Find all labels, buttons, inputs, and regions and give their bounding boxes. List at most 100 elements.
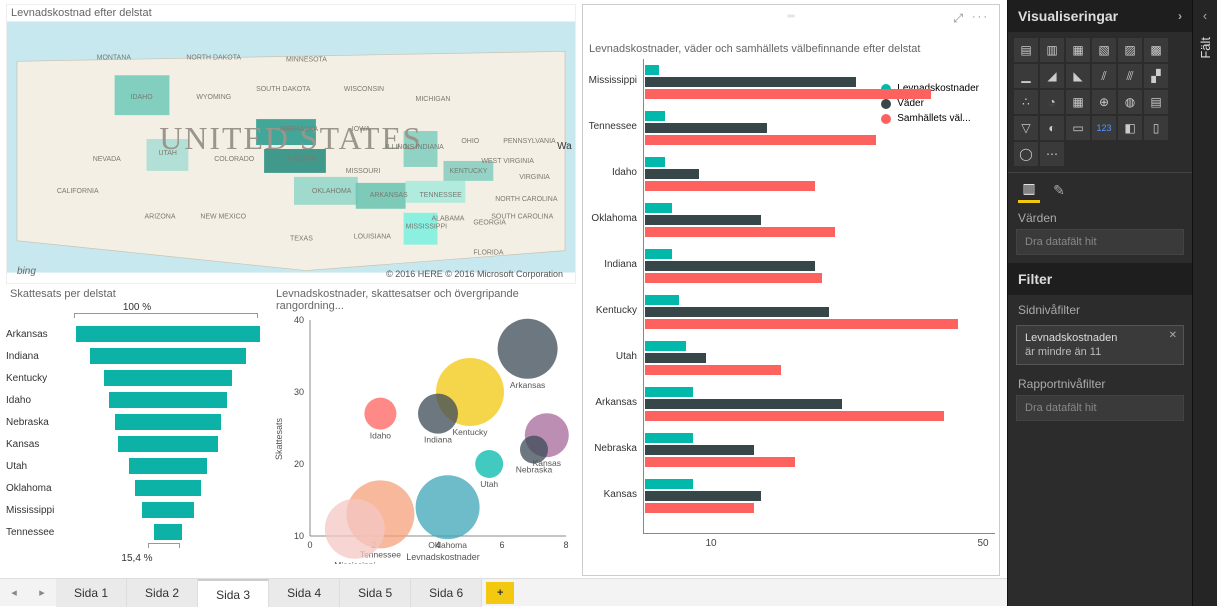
cbar-bar[interactable] bbox=[645, 503, 754, 513]
cbar-bar[interactable] bbox=[645, 445, 754, 455]
cbar-bar[interactable] bbox=[645, 295, 679, 305]
add-page-button[interactable]: + bbox=[486, 582, 514, 604]
bubble-point[interactable] bbox=[364, 398, 396, 430]
drag-handle[interactable]: ═ bbox=[787, 11, 794, 22]
bubble-point[interactable] bbox=[325, 499, 385, 559]
fields-tab-icon[interactable]: ▥ bbox=[1018, 177, 1040, 203]
hundred-bar-icon[interactable]: ▨ bbox=[1118, 38, 1142, 62]
cbar-bar[interactable] bbox=[645, 215, 761, 225]
funnel-row[interactable]: Oklahoma bbox=[6, 477, 268, 499]
combo2-chart-icon[interactable]: ⫻ bbox=[1118, 64, 1142, 88]
cbar-bar[interactable] bbox=[645, 181, 815, 191]
stacked-bar-icon[interactable]: ▤ bbox=[1014, 38, 1038, 62]
cbar-bar[interactable] bbox=[645, 491, 761, 501]
page-next-icon[interactable]: ▸ bbox=[28, 586, 56, 599]
page-tab-6[interactable]: Sida 6 bbox=[411, 579, 482, 607]
funnel-row[interactable]: Tennessee bbox=[6, 521, 268, 543]
cbar-bar[interactable] bbox=[645, 111, 665, 121]
bubble-point[interactable] bbox=[475, 450, 503, 478]
funnel-bar[interactable] bbox=[109, 392, 227, 408]
donut-icon[interactable]: ◯ bbox=[1014, 142, 1038, 166]
cbar-bar[interactable] bbox=[645, 249, 672, 259]
cbar-bar[interactable] bbox=[645, 157, 665, 167]
funnel-bar[interactable] bbox=[118, 436, 217, 452]
scatter-icon[interactable]: ∴ bbox=[1014, 90, 1038, 114]
funnel-row[interactable]: Indiana bbox=[6, 345, 268, 367]
cbar-bar[interactable] bbox=[645, 433, 693, 443]
report-canvas[interactable]: Levnadskostnad efter delstat UNITED STAT… bbox=[0, 0, 1007, 578]
cbar-bar[interactable] bbox=[645, 261, 815, 271]
page-filter-chip[interactable]: Levnadskostnaden är mindre än 11 ✕ bbox=[1016, 325, 1184, 365]
cbar-bar[interactable] bbox=[645, 479, 693, 489]
bubble-point[interactable] bbox=[416, 475, 480, 539]
cbar-bar[interactable] bbox=[645, 365, 781, 375]
hundred-column-icon[interactable]: ▩ bbox=[1144, 38, 1168, 62]
cbar-bar[interactable] bbox=[645, 341, 686, 351]
treemap-icon[interactable]: ▦ bbox=[1066, 90, 1090, 114]
funnel-bar[interactable] bbox=[90, 348, 246, 364]
multi-card-icon[interactable]: 123 bbox=[1092, 116, 1116, 140]
filled-map-icon[interactable]: ◍ bbox=[1118, 90, 1142, 114]
line-chart-icon[interactable]: ▁ bbox=[1014, 64, 1038, 88]
funnel-bar[interactable] bbox=[104, 370, 233, 386]
page-tab-2[interactable]: Sida 2 bbox=[127, 579, 198, 607]
page-tab-1[interactable]: Sida 1 bbox=[56, 579, 127, 607]
page-prev-icon[interactable]: ◂ bbox=[0, 586, 28, 599]
focus-mode-icon[interactable]: ⤢ bbox=[953, 11, 963, 26]
report-filter-drop-zone[interactable]: Dra datafält hit bbox=[1016, 395, 1184, 421]
bubble-svg[interactable]: 1020304002468ArkansasKentuckyIndianaIdah… bbox=[272, 314, 576, 564]
cbar-bar[interactable] bbox=[645, 123, 767, 133]
table-icon[interactable]: ▤ bbox=[1144, 90, 1168, 114]
funnel-row[interactable]: Arkansas bbox=[6, 323, 268, 345]
format-tab-icon[interactable]: ✎ bbox=[1048, 177, 1070, 203]
cbar-bar[interactable] bbox=[645, 89, 931, 99]
page-tab-4[interactable]: Sida 4 bbox=[269, 579, 340, 607]
bubble-point[interactable] bbox=[418, 394, 458, 434]
cbar-bar[interactable] bbox=[645, 387, 693, 397]
map-icon[interactable]: ⊕ bbox=[1092, 90, 1116, 114]
funnel-row[interactable]: Nebraska bbox=[6, 411, 268, 433]
cbar-bar[interactable] bbox=[645, 399, 842, 409]
bubble-point[interactable] bbox=[498, 319, 558, 379]
bubble-point[interactable] bbox=[520, 436, 548, 464]
funnel-icon[interactable]: ▽ bbox=[1014, 116, 1038, 140]
chevron-right-icon[interactable]: › bbox=[1178, 9, 1182, 23]
page-tab-3[interactable]: Sida 3 bbox=[198, 579, 269, 607]
fields-pane-label[interactable]: Fält bbox=[1198, 31, 1213, 65]
funnel-bar[interactable] bbox=[129, 458, 206, 474]
cbar-bar[interactable] bbox=[645, 457, 795, 467]
area-chart-icon[interactable]: ◢ bbox=[1040, 64, 1064, 88]
stacked-area-icon[interactable]: ◣ bbox=[1066, 64, 1090, 88]
cbar-bar[interactable] bbox=[645, 227, 835, 237]
pie-icon[interactable]: ◔ bbox=[1040, 90, 1064, 114]
clustered-column-icon[interactable]: ▧ bbox=[1092, 38, 1116, 62]
cbar-bar[interactable] bbox=[645, 411, 944, 421]
waterfall-icon[interactable]: ▞ bbox=[1144, 64, 1168, 88]
map-visual[interactable]: Levnadskostnad efter delstat UNITED STAT… bbox=[6, 4, 576, 284]
chevron-left-icon[interactable]: ‹ bbox=[1203, 0, 1207, 31]
stacked-column-icon[interactable]: ▥ bbox=[1040, 38, 1064, 62]
cbar-bar[interactable] bbox=[645, 169, 699, 179]
clustered-bar-visual[interactable]: ═ ⤢ ··· Levnadskostnader, väder och samh… bbox=[582, 4, 1000, 576]
cbar-bar[interactable] bbox=[645, 77, 856, 87]
funnel-row[interactable]: Mississippi bbox=[6, 499, 268, 521]
cbar-bar[interactable] bbox=[645, 65, 659, 75]
visualizations-header[interactable]: Visualiseringar › bbox=[1008, 0, 1192, 32]
funnel-row[interactable]: Idaho bbox=[6, 389, 268, 411]
cbar-bar[interactable] bbox=[645, 307, 829, 317]
cbar-bar[interactable] bbox=[645, 273, 822, 283]
clustered-bar-icon[interactable]: ▦ bbox=[1066, 38, 1090, 62]
funnel-bar[interactable] bbox=[76, 326, 260, 342]
cbar-bar[interactable] bbox=[645, 203, 672, 213]
slicer-icon[interactable]: ▯ bbox=[1144, 116, 1168, 140]
funnel-bar[interactable] bbox=[142, 502, 194, 518]
fields-pane-collapsed[interactable]: ‹ Fält bbox=[1192, 0, 1217, 606]
us-map[interactable]: UNITED STATES MONTANANORTH DAKOTAMINNESO… bbox=[7, 21, 575, 273]
gauge-icon[interactable]: ◐ bbox=[1040, 116, 1064, 140]
card-icon[interactable]: ▭ bbox=[1066, 116, 1090, 140]
custom-viz-icon[interactable]: ⋯ bbox=[1040, 142, 1064, 166]
funnel-visual[interactable]: Skattesats per delstat 100 % ArkansasInd… bbox=[6, 286, 268, 576]
cbar-bar[interactable] bbox=[645, 353, 706, 363]
values-drop-zone[interactable]: Dra datafält hit bbox=[1016, 229, 1184, 255]
more-options-icon[interactable]: ··· bbox=[972, 11, 989, 23]
